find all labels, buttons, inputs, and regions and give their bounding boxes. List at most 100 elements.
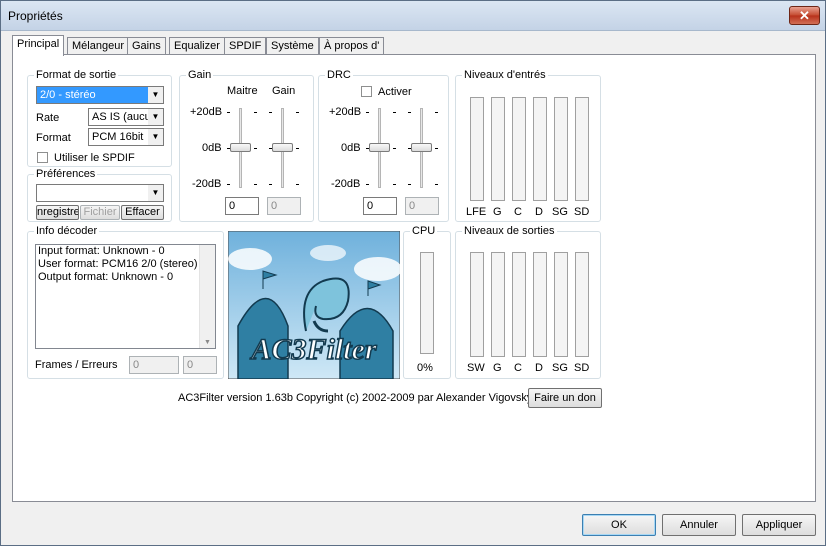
decoder-info-group-label: Info décoder (34, 225, 100, 237)
close-button[interactable]: ✕ (789, 6, 820, 25)
tab-systeme[interactable]: Système (266, 37, 319, 55)
tab-melangeur[interactable]: Mélangeur (67, 37, 129, 55)
gain-scale-bot: -20dB (192, 178, 222, 190)
decoder-info-line: Output format: Unknown - 0 (38, 271, 174, 283)
cpu-meter (420, 252, 434, 354)
output-levels-group: Niveaux de sorties SW G C D SG SD (455, 225, 601, 379)
input-levels-group-label: Niveaux d'entrés (462, 69, 548, 81)
drc-activate-checkbox[interactable] (361, 86, 372, 97)
tab-a-propos[interactable]: À propos d' (319, 37, 385, 55)
output-channel-label-g: G (493, 362, 502, 374)
frames-value: 0 (129, 356, 179, 374)
drc-group: DRC Activer +20dB 0dB -20dB 0 0 (318, 69, 449, 222)
tick-mark (227, 112, 230, 113)
master-value-input[interactable]: 0 (225, 197, 259, 215)
input-channel-label-sg: SG (552, 206, 568, 218)
input-channel-label-c: C (514, 206, 522, 218)
version-text: AC3Filter version 1.63b Copyright (c) 20… (178, 392, 533, 404)
output-format-group-label: Format de sortie (34, 69, 119, 81)
output-channel-label-sw: SW (467, 362, 485, 374)
tick-mark (435, 112, 438, 113)
output-level-meter-sw (470, 252, 484, 357)
tick-mark (296, 112, 299, 113)
gain-scale-mid: 0dB (202, 142, 222, 154)
input-channel-label-d: D (535, 206, 543, 218)
scroll-down-icon: ▼ (204, 339, 211, 346)
output-level-meter-d (533, 252, 547, 357)
file-button[interactable]: Fichier (80, 205, 120, 220)
input-levels-group: Niveaux d'entrés LFE G C D SG SD (455, 69, 601, 222)
decoder-info-line: Input format: Unknown - 0 (38, 245, 165, 257)
decoder-info-text[interactable]: Input format: Unknown - 0 User format: P… (35, 244, 216, 349)
preferences-group: Préférences ▼ nregistre Fichier Effacer (27, 168, 172, 222)
drc-slider1-thumb[interactable] (369, 143, 390, 152)
output-level-meter-c (512, 252, 526, 357)
save-preset-button[interactable]: nregistre (36, 205, 79, 220)
tick-mark (227, 184, 230, 185)
ok-button[interactable]: OK (582, 514, 656, 536)
drc-slider2-thumb[interactable] (411, 143, 432, 152)
input-level-meter-sg (554, 97, 568, 201)
gain-label: Gain (272, 85, 296, 97)
tick-mark (269, 184, 272, 185)
tab-equalizer[interactable]: Equalizer (169, 37, 225, 55)
output-channel-label-sg: SG (552, 362, 568, 374)
tab-principal[interactable]: Principal (12, 35, 65, 56)
output-format-group: Format de sortie 2/0 - stéréo ▼ Rate AS … (27, 69, 172, 167)
format-select[interactable]: PCM 16bit ▼ (88, 128, 164, 146)
tick-mark (269, 112, 272, 113)
output-format-select[interactable]: 2/0 - stéréo ▼ (36, 86, 164, 104)
tick-mark (393, 184, 396, 185)
input-channel-label-g: G (493, 206, 502, 218)
tab-spdif[interactable]: SPDIF (224, 37, 267, 55)
master-label: Maitre (227, 85, 258, 97)
tick-mark (296, 184, 299, 185)
tab-gains[interactable]: Gains (127, 37, 166, 55)
preferences-select[interactable]: ▼ (36, 184, 164, 202)
cpu-value: 0% (417, 362, 433, 374)
apply-button[interactable]: Appliquer (742, 514, 816, 536)
drc-value1-input[interactable]: 0 (363, 197, 397, 215)
drc-scale-bot: -20dB (331, 178, 361, 190)
input-level-meter-g (491, 97, 505, 201)
input-level-meter-c (512, 97, 526, 201)
output-level-meter-sd (575, 252, 589, 357)
master-slider-thumb[interactable] (230, 143, 251, 152)
use-spdif-checkbox[interactable] (37, 152, 48, 163)
tick-mark (393, 148, 396, 149)
preferences-group-label: Préférences (34, 168, 98, 180)
gain-slider-thumb[interactable] (272, 143, 293, 152)
rate-label: Rate (36, 112, 60, 124)
decoder-info-line: User format: PCM16 2/0 (stereo) ( (38, 258, 205, 270)
input-level-meter-lfe (470, 97, 484, 201)
rate-value: AS IS (aucu (92, 111, 151, 123)
decoder-info-scrollbar[interactable]: ▼ (199, 245, 215, 348)
delete-preset-button[interactable]: Effacer (121, 205, 164, 220)
chevron-down-icon: ▼ (148, 109, 163, 125)
chevron-down-icon: ▼ (148, 185, 163, 201)
tab-panel-principal: Format de sortie 2/0 - stéréo ▼ Rate AS … (12, 54, 816, 502)
tick-mark (435, 184, 438, 185)
input-channel-label-sd: SD (574, 206, 590, 218)
errors-value: 0 (183, 356, 217, 374)
tick-mark (393, 112, 396, 113)
output-channel-label-d: D (535, 362, 543, 374)
title-bar: Propriétés ✕ (1, 1, 825, 31)
rate-select[interactable]: AS IS (aucu ▼ (88, 108, 164, 126)
output-channel-label-c: C (514, 362, 522, 374)
drc-group-label: DRC (325, 69, 353, 81)
gain-value-input[interactable]: 0 (267, 197, 301, 215)
output-format-value: 2/0 - stéréo (40, 89, 96, 101)
cpu-group-label: CPU (410, 225, 438, 237)
output-level-meter-sg (554, 252, 568, 357)
drc-value2-input[interactable]: 0 (405, 197, 439, 215)
input-level-meter-d (533, 97, 547, 201)
tick-mark (254, 148, 257, 149)
gain-group-label: Gain (186, 69, 214, 81)
output-levels-group-label: Niveaux de sorties (462, 225, 557, 237)
tick-mark (435, 148, 438, 149)
cancel-button[interactable]: Annuler (662, 514, 736, 536)
donate-button[interactable]: Faire un don (528, 388, 602, 408)
tick-mark (408, 112, 411, 113)
input-level-meter-sd (575, 97, 589, 201)
